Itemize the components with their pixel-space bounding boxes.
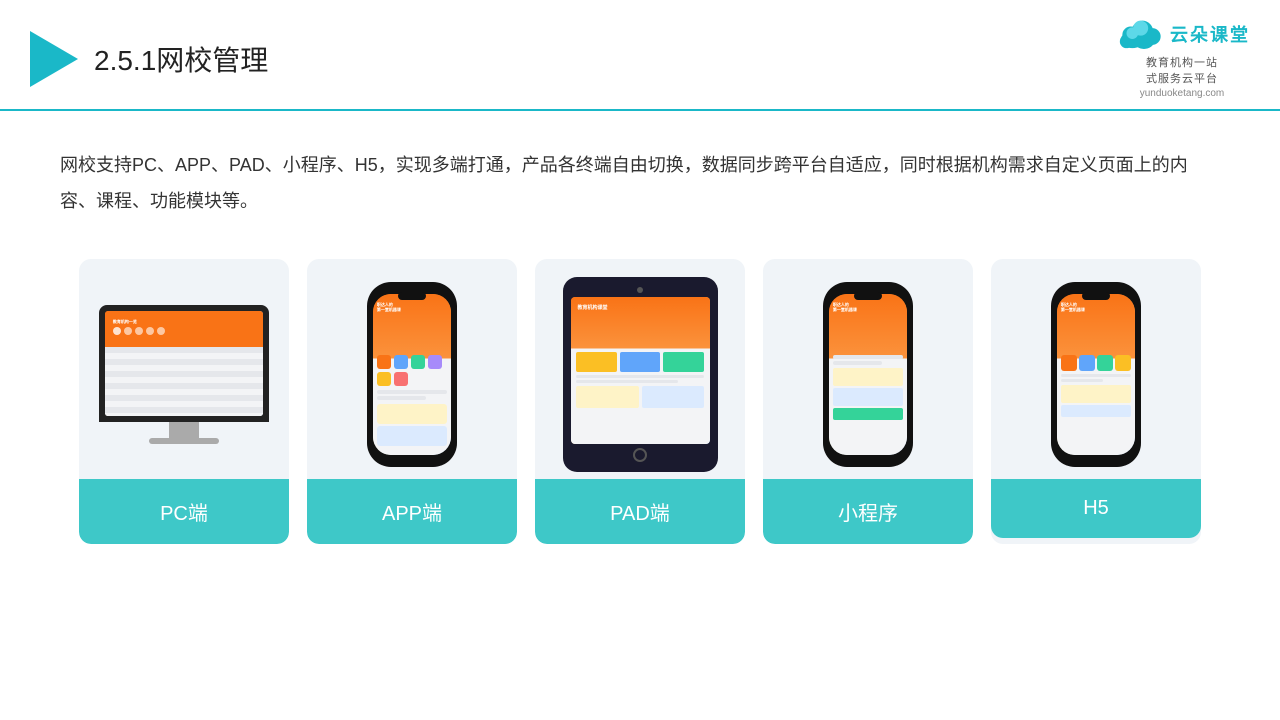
h5-phone-screen-inner: 职达人的第一堂机器课 — [1057, 294, 1135, 455]
card-app-label: APP端 — [307, 479, 517, 544]
play-icon — [30, 31, 78, 87]
monitor-screen-outer: 教育机构一览 — [99, 305, 269, 422]
pc-monitor: 教育机构一览 — [99, 305, 269, 444]
title-prefix: 2.5.1 — [94, 45, 156, 76]
card-pc-label: PC端 — [79, 479, 289, 544]
logo-area: 云朵课堂 教育机构一站 式服务云平台 yunduoketang.com — [1114, 18, 1250, 99]
card-miniprogram-label: 小程序 — [763, 479, 973, 544]
h5-phone: 职达人的第一堂机器课 — [1051, 282, 1141, 467]
monitor-base — [149, 438, 219, 444]
card-app-image: 职达人的第一堂机器课 — [307, 259, 517, 479]
description-text: 网校支持PC、APP、PAD、小程序、H5，实现多端打通，产品各终端自由切换，数… — [0, 111, 1280, 239]
header-left: 2.5.1网校管理 — [30, 31, 268, 87]
h5-phone-notch — [1082, 292, 1110, 300]
card-h5-image: 职达人的第一堂机器课 — [991, 259, 1201, 479]
description-paragraph: 网校支持PC、APP、PAD、小程序、H5，实现多端打通，产品各终端自由切换，数… — [60, 147, 1220, 219]
app-phone: 职达人的第一堂机器课 — [367, 282, 457, 467]
monitor-screen-content: 教育机构一览 — [105, 311, 263, 416]
logo-cloud: 云朵课堂 — [1114, 18, 1250, 50]
pc-screen-banner: 教育机构一览 — [113, 319, 255, 336]
monitor-stand — [169, 422, 199, 438]
phone-notch — [398, 292, 426, 300]
title-main: 网校管理 — [156, 45, 268, 76]
miniprogram-phone-screen: 职达人的第一堂机器课 — [829, 294, 907, 455]
card-miniprogram: 职达人的第一堂机器课 小程序 — [763, 259, 973, 544]
logo-brand-text: 云朵课堂 — [1170, 21, 1250, 47]
app-phone-screen: 职达人的第一堂机器课 — [373, 294, 451, 455]
pad-tablet: 教育机构课堂 — [563, 277, 718, 472]
logo-url: yunduoketang.com — [1140, 88, 1225, 99]
card-h5: 职达人的第一堂机器课 — [991, 259, 1201, 544]
app-phone-screen-inner: 职达人的第一堂机器课 — [373, 294, 451, 455]
card-app: 职达人的第一堂机器课 — [307, 259, 517, 544]
card-h5-label: H5 — [991, 479, 1201, 538]
card-pad-label: PAD端 — [535, 479, 745, 544]
cards-container: 教育机构一览 — [0, 239, 1280, 544]
miniprogram-phone-screen-inner: 职达人的第一堂机器课 — [829, 294, 907, 455]
card-pad: 教育机构课堂 — [535, 259, 745, 544]
card-miniprogram-image: 职达人的第一堂机器课 — [763, 259, 973, 479]
card-pc-image: 教育机构一览 — [79, 259, 289, 479]
page-header: 2.5.1网校管理 云朵课堂 教育机构一站 式服务云平台 yundu — [0, 0, 1280, 111]
page-title: 2.5.1网校管理 — [94, 39, 268, 79]
monitor-screen: 教育机构一览 — [105, 311, 263, 416]
card-pc: 教育机构一览 — [79, 259, 289, 544]
pad-tablet-screen: 教育机构课堂 — [571, 297, 710, 444]
tablet-camera — [637, 287, 643, 293]
cloud-icon — [1114, 18, 1164, 50]
card-pad-image: 教育机构课堂 — [535, 259, 745, 479]
miniprogram-phone: 职达人的第一堂机器课 — [823, 282, 913, 467]
logo-tagline: 教育机构一站 式服务云平台 — [1146, 54, 1218, 86]
miniprogram-phone-notch — [854, 292, 882, 300]
tablet-home-btn — [633, 448, 647, 462]
h5-phone-screen: 职达人的第一堂机器课 — [1057, 294, 1135, 455]
